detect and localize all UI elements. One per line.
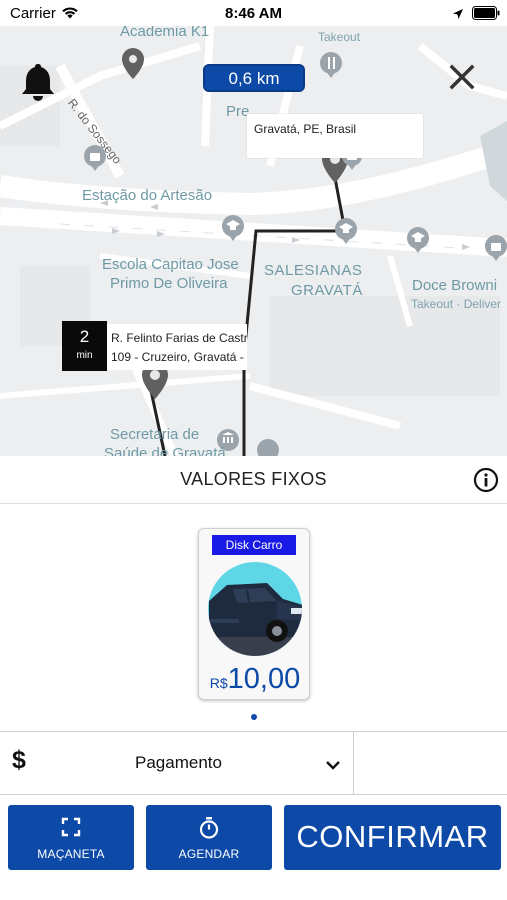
agendar-button[interactable]: AGENDAR [146,805,272,870]
price-currency: R$ [209,675,228,691]
payment-label: Pagamento [135,753,222,772]
origin-line-1: R. Felinto Farias de Castro, [111,331,247,345]
battery-icon [472,6,500,25]
map-label-doce-2: Takeout · Deliver [411,297,502,311]
origin-line-2: 109 - Cruzeiro, Gravatá - [111,350,244,364]
map-label-estacao: Estação do Artesão [82,187,213,204]
map-label-salesianas-1: SALESIANAS [264,262,363,279]
status-time: 8:46 AM [225,5,282,22]
confirmar-label: CONFIRMAR [296,819,489,854]
stopwatch-icon [146,817,272,839]
expand-icon [8,817,134,837]
macaneta-label: MAÇANETA [37,847,105,861]
payment-divider [353,731,354,794]
destination-label: Gravatá, PE, Brasil [247,114,423,158]
confirmar-button[interactable]: CONFIRMAR [284,805,501,870]
map-label-secretaria-2: Saúde de Gravatá [104,445,226,456]
price-value: 10,00 [227,663,301,695]
map-label-takeout: Takeout [318,30,361,44]
location-arrow-icon [452,7,464,25]
origin-label: R. Felinto Farias de Castro, 109 - Cruze… [107,324,247,370]
map-label-salesianas-2: GRAVATÁ [291,282,363,299]
route-map[interactable]: Academia K1 Takeout R. do Sossego Pre Es… [0,26,507,456]
info-icon[interactable] [473,467,499,498]
bell-icon[interactable] [21,62,55,107]
map-label-escola-2: Primo De Oliveira [110,275,228,292]
close-icon[interactable] [447,62,477,92]
macaneta-button[interactable]: MAÇANETA [8,805,134,870]
divider-bottom [0,794,507,795]
map-label-academia: Academia K1 [120,26,210,40]
dollar-icon: $ [12,746,26,774]
valores-fixos-header: VALORES FIXOS [0,456,507,504]
agendar-label: AGENDAR [178,847,240,861]
ride-price: R$10,00 [199,663,311,696]
page-indicator-dot[interactable] [251,714,257,720]
car-image [207,561,303,662]
section-title: VALORES FIXOS [180,469,327,489]
payment-selector[interactable]: $ Pagamento [0,731,507,794]
eta-unit: min [76,350,93,361]
chevron-down-icon[interactable] [325,757,341,775]
ride-option-tag: Disk Carro [212,535,296,555]
ride-option-card[interactable]: Disk Carro R$10,00 [198,528,310,700]
status-bar: Carrier 8:46 AM [0,0,507,26]
map-label-doce-1: Doce Browni [412,277,498,294]
eta-badge: 2 min [62,321,107,371]
map-label-pre: Pre [226,103,250,120]
map-label-secretaria-1: Secretaria de [110,426,200,443]
distance-badge: 0,6 km [203,64,305,92]
eta-value: 2 [79,327,90,346]
map-label-escola-1: Escola Capitao Jose [102,256,239,273]
